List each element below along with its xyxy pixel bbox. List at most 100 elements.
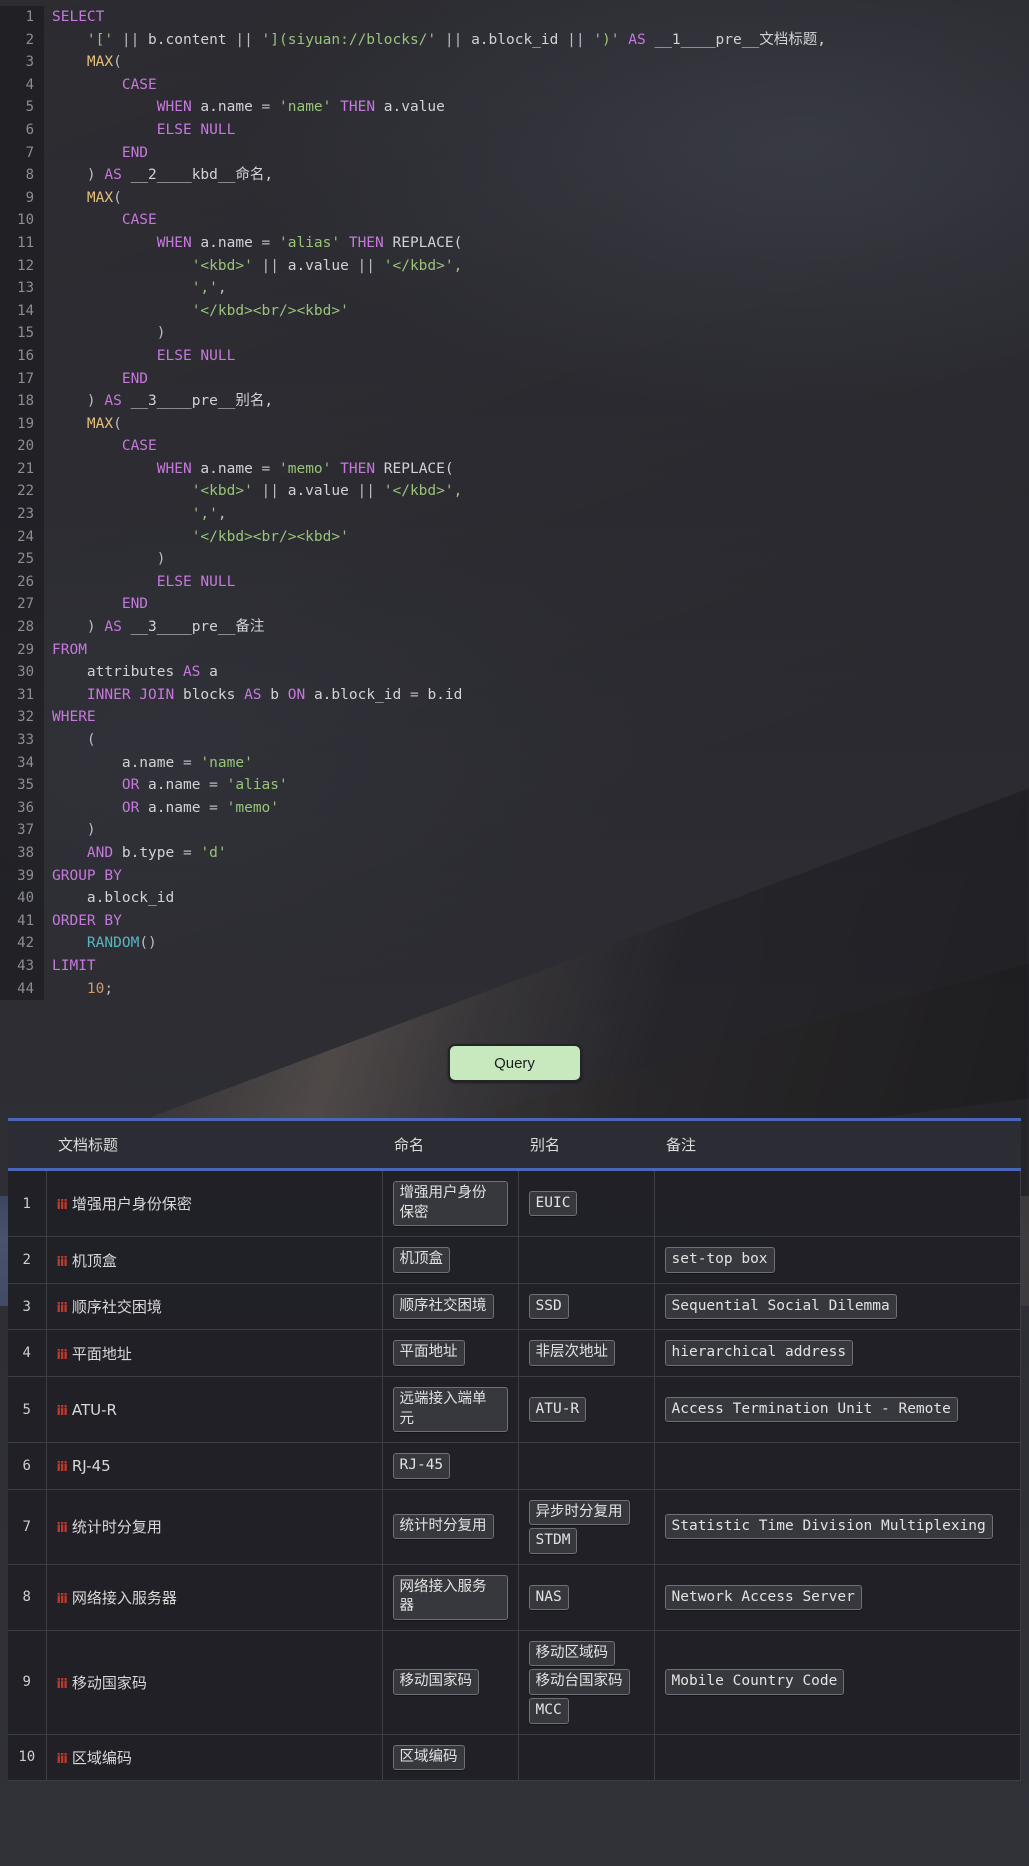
doc-title-cell[interactable]: ⅲ 机顶盒	[46, 1236, 383, 1284]
code-line[interactable]: 8 ) AS __2____kbd__命名,	[0, 164, 1029, 187]
doc-title-cell[interactable]: ⅲ RJ-45	[46, 1442, 383, 1490]
row-index: 6	[8, 1442, 47, 1490]
code-line[interactable]: 3 MAX(	[0, 51, 1029, 74]
code-line[interactable]: 31 INNER JOIN blocks AS b ON a.block_id …	[0, 683, 1029, 707]
doc-title-cell[interactable]: ⅲ 移动国家码	[46, 1629, 383, 1735]
code-text: SELECT	[44, 6, 104, 29]
code-line[interactable]: 9 MAX(	[0, 186, 1029, 210]
table-row[interactable]: 5 ⅲ ATU-R 远端接入端单元 ATU-R Access Termination Un…	[8, 1375, 1021, 1444]
name-cell: 网络接入服务器	[382, 1563, 519, 1631]
code-line[interactable]: 22 '<kbd>' || a.value || '</kbd>',	[0, 480, 1029, 504]
code-line[interactable]: 28 ) AS __3____pre__备注	[0, 616, 1029, 639]
code-line[interactable]: 44 10;	[0, 977, 1029, 1001]
code-line[interactable]: 18 ) AS __3____pre__别名,	[0, 390, 1029, 413]
table-row[interactable]: 9 ⅲ 移动国家码 移动国家码 移动区域码 移动台国家码 MCC Mobile Country…	[8, 1629, 1021, 1735]
doc-title-cell[interactable]: ⅲ 统计时分复用	[46, 1488, 383, 1565]
name-list: 网络接入服务器	[392, 1572, 508, 1623]
code-line[interactable]: 27 END	[0, 593, 1029, 617]
code-line[interactable]: 13 ',',	[0, 277, 1029, 300]
code-line[interactable]: 11 WHEN a.name = 'alias' THEN REPLACE(	[0, 231, 1029, 255]
code-line[interactable]: 20 CASE	[0, 435, 1029, 458]
code-text: WHEN a.name = 'name' THEN a.value	[44, 96, 445, 119]
code-line[interactable]: 2 '[' || b.content || '](siyuan://blocks…	[0, 28, 1029, 52]
doc-title-cell[interactable]: ⅲ 平面地址	[46, 1329, 383, 1377]
doc-title-cell[interactable]: ⅲ 增强用户身份保密	[46, 1169, 383, 1238]
code-line[interactable]: 33 (	[0, 729, 1029, 752]
table-row[interactable]: 1 ⅲ 增强用户身份保密 增强用户身份保密 EUIC	[8, 1169, 1021, 1238]
table-row[interactable]: 8 ⅲ 网络接入服务器 网络接入服务器 NAS Network Access Server	[8, 1563, 1021, 1631]
code-line[interactable]: 42 RANDOM()	[0, 932, 1029, 955]
sql-code-editor[interactable]: 1 SELECT 2 '[' || b.content || '](siyuan:/…	[0, 0, 1029, 1008]
table-row[interactable]: 2 ⅲ 机顶盒 机顶盒 set-top box	[8, 1236, 1021, 1284]
code-token: REPLACE(	[383, 234, 463, 251]
code-token: END	[121, 596, 149, 613]
name-tag: 远端接入端单元	[392, 1386, 508, 1433]
code-text: RANDOM()	[44, 932, 157, 955]
code-line[interactable]: 16 ELSE NULL	[0, 344, 1029, 368]
code-line[interactable]: 21 WHEN a.name = 'memo' THEN REPLACE(	[0, 457, 1029, 481]
name-list: 移动国家码	[392, 1666, 508, 1698]
doc-title-cell[interactable]: ⅲ 网络接入服务器	[46, 1563, 383, 1631]
memo-list: Network Access Server	[664, 1582, 1011, 1614]
code-line[interactable]: 29 FROM	[0, 638, 1029, 662]
line-number: 6	[0, 118, 44, 142]
code-line[interactable]: 12 '<kbd>' || a.value || '</kbd>',	[0, 254, 1029, 278]
code-token: ||	[436, 31, 472, 48]
name-tag: 网络接入服务器	[392, 1574, 508, 1620]
table-row[interactable]: 4 ⅲ 平面地址 平面地址 非层次地址 hierarchical address	[8, 1329, 1021, 1377]
code-line[interactable]: 40 a.block_id	[0, 887, 1029, 910]
code-line[interactable]: 7 END	[0, 141, 1029, 165]
query-button[interactable]: Query	[447, 1044, 582, 1083]
doc-title-cell[interactable]: ⅲ 区域编码	[46, 1733, 383, 1782]
code-line[interactable]: 10 CASE	[0, 209, 1029, 232]
code-line[interactable]: 35 OR a.name = 'alias'	[0, 774, 1029, 797]
code-line[interactable]: 38 AND b.type = 'd'	[0, 841, 1029, 865]
table-row[interactable]: 10 ⅲ 区域编码 区域编码	[8, 1733, 1021, 1782]
line-number: 3	[0, 51, 44, 74]
code-token: ||	[558, 31, 594, 48]
code-line[interactable]: 36 OR a.name = 'memo'	[0, 796, 1029, 820]
doc-title-cell[interactable]: ⅲ ATU-R	[46, 1375, 383, 1444]
code-line[interactable]: 43 LIMIT	[0, 954, 1029, 978]
code-line[interactable]: 39 GROUP BY	[0, 864, 1029, 888]
code-line[interactable]: 24 '</kbd><br/><kbd>'	[0, 525, 1029, 549]
code-line[interactable]: 26 ELSE NULL	[0, 570, 1029, 594]
code-line[interactable]: 41 ORDER BY	[0, 909, 1029, 933]
code-line[interactable]: 17 END	[0, 367, 1029, 391]
code-text: ELSE NULL	[44, 119, 236, 142]
doc-title-cell[interactable]: ⅲ 顺序社交困境	[46, 1282, 383, 1331]
code-line[interactable]: 15 )	[0, 322, 1029, 345]
code-line[interactable]: 25 )	[0, 548, 1029, 571]
code-token: a.value	[287, 257, 349, 274]
code-line[interactable]: 23 ',',	[0, 503, 1029, 526]
code-line[interactable]: 37 )	[0, 819, 1029, 842]
line-number: 7	[0, 141, 44, 165]
code-line[interactable]: 4 CASE	[0, 73, 1029, 97]
line-number: 38	[0, 841, 44, 865]
code-line[interactable]: 32 WHERE	[0, 706, 1029, 729]
name-cell: 增强用户身份保密	[382, 1169, 519, 1238]
code-line[interactable]: 14 '</kbd><br/><kbd>'	[0, 299, 1029, 323]
code-line[interactable]: 1 SELECT	[0, 6, 1029, 29]
code-token: '</kbd>',	[383, 257, 463, 274]
name-tag: 增强用户身份保密	[392, 1181, 508, 1227]
table-row[interactable]: 7 ⅲ 统计时分复用 统计时分复用 异步时分复用 STDM Statistic Time D…	[8, 1488, 1021, 1565]
code-text: END	[44, 593, 148, 616]
alias-tag: ATU-R	[528, 1396, 587, 1423]
code-line[interactable]: 19 MAX(	[0, 412, 1029, 436]
name-list: 增强用户身份保密	[392, 1178, 508, 1229]
code-line[interactable]: 5 WHEN a.name = 'name' THEN a.value	[0, 96, 1029, 119]
table-row[interactable]: 6 ⅲ RJ-45 RJ-45	[8, 1442, 1021, 1490]
code-line[interactable]: 30 attributes AS a	[0, 661, 1029, 684]
table-row[interactable]: 3 ⅲ 顺序社交困境 顺序社交困境 SSD Sequential Social Dilem…	[8, 1282, 1021, 1331]
code-text: '<kbd>' || a.value || '</kbd>',	[44, 480, 463, 503]
row-index: 1	[8, 1169, 47, 1238]
code-line[interactable]: 34 a.name = 'name'	[0, 751, 1029, 775]
code-line[interactable]: 6 ELSE NULL	[0, 118, 1029, 142]
memo-cell: Mobile Country Code	[654, 1629, 1021, 1735]
